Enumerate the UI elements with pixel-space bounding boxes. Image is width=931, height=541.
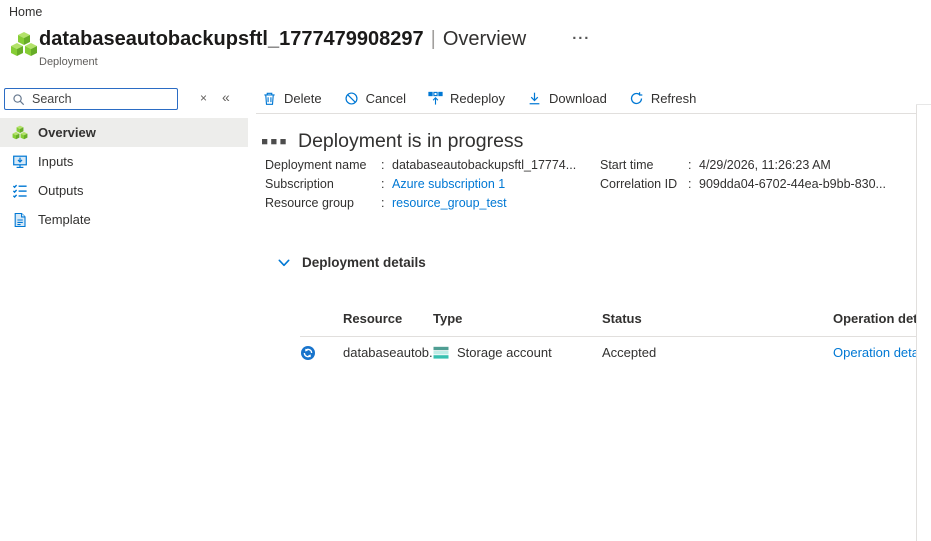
property-label: Deployment name xyxy=(265,156,381,175)
sidebar-item-label: Template xyxy=(38,212,91,227)
toolbar-label: Download xyxy=(549,91,607,106)
sidebar-item-label: Inputs xyxy=(38,154,73,169)
toolbar-label: Refresh xyxy=(651,91,697,106)
in-progress-dots-icon xyxy=(262,139,286,145)
sidebar-item-overview[interactable]: Overview xyxy=(0,118,248,147)
search-clear-icon[interactable]: × xyxy=(200,91,207,105)
cancel-button[interactable]: Cancel xyxy=(333,91,417,106)
deployment-cubes-icon xyxy=(10,31,38,59)
property-value: 4/29/2026, 11:26:23 AM xyxy=(692,156,831,175)
breadcrumb-home[interactable]: Home xyxy=(9,5,42,19)
sidebar-item-label: Overview xyxy=(38,125,96,140)
deployment-properties-right: Start time : 4/29/2026, 11:26:23 AM Corr… xyxy=(600,156,886,194)
operation-details-link[interactable]: Operation details xyxy=(833,345,916,360)
page-title: databaseautobackupsftl_1777479908297 | O… xyxy=(39,28,590,51)
storage-account-icon xyxy=(433,346,449,360)
property-label: Start time xyxy=(600,156,688,175)
inputs-monitor-icon xyxy=(12,154,28,170)
redeploy-icon xyxy=(428,91,443,106)
property-row-subscription: Subscription : Azure subscription 1 xyxy=(265,175,576,194)
pane-right-border xyxy=(916,104,917,541)
toolbar-divider xyxy=(256,113,916,114)
deployment-status-heading: Deployment is in progress xyxy=(262,128,523,155)
redeploy-button[interactable]: Redeploy xyxy=(417,91,516,106)
resource-title: databaseautobackupsftl_1777479908297 xyxy=(39,28,424,51)
refresh-icon xyxy=(629,91,644,106)
header-operation-details: Operation details xyxy=(833,311,916,326)
expander-label: Deployment details xyxy=(302,255,426,270)
resource-type-text: Storage account xyxy=(457,345,552,360)
header-resource: Resource xyxy=(343,311,433,326)
title-separator: | xyxy=(431,28,436,51)
property-value: databaseautobackupsftl_17774... xyxy=(385,156,576,175)
in-progress-icon xyxy=(300,345,343,361)
property-row-correlation-id: Correlation ID : 909dda04-6702-44ea-b9bb… xyxy=(600,175,886,194)
sidebar-item-inputs[interactable]: Inputs xyxy=(0,147,248,176)
status-heading-text: Deployment is in progress xyxy=(298,130,523,153)
more-menu-button[interactable]: ··· xyxy=(572,30,590,47)
search-input[interactable] xyxy=(32,92,177,106)
property-row-start-time: Start time : 4/29/2026, 11:26:23 AM xyxy=(600,156,886,175)
scroll-gutter-line xyxy=(916,104,931,105)
deployment-details-table: Resource Type Status Operation details d… xyxy=(300,300,916,368)
toolbar-label: Cancel xyxy=(366,91,406,106)
deployment-cubes-icon xyxy=(12,125,28,141)
template-document-icon xyxy=(12,212,28,228)
property-label: Resource group xyxy=(265,194,381,213)
resource-type-label: Deployment xyxy=(39,56,98,68)
subscription-link[interactable]: Azure subscription 1 xyxy=(385,175,505,194)
refresh-button[interactable]: Refresh xyxy=(618,91,708,106)
property-label: Subscription xyxy=(265,175,381,194)
search-icon xyxy=(12,93,25,106)
header-type: Type xyxy=(433,311,602,326)
toolbar-label: Delete xyxy=(284,91,322,106)
property-label: Correlation ID xyxy=(600,175,688,194)
property-value: 909dda04-6702-44ea-b9bb-830... xyxy=(692,175,886,194)
deployment-properties-left: Deployment name : databaseautobackupsftl… xyxy=(265,156,576,213)
resource-group-link[interactable]: resource_group_test xyxy=(385,194,507,213)
sidebar-search[interactable] xyxy=(4,88,178,110)
sidebar-nav: Overview Inputs Outputs xyxy=(0,118,248,234)
outputs-checklist-icon xyxy=(12,183,28,199)
chevron-down-icon xyxy=(277,256,291,270)
sidebar-collapse-icon[interactable]: « xyxy=(222,89,230,105)
table-header-row: Resource Type Status Operation details xyxy=(300,300,916,337)
deployment-details-expander[interactable]: Deployment details xyxy=(277,255,426,270)
property-row-deployment-name: Deployment name : databaseautobackupsftl… xyxy=(265,156,576,175)
cell-resource-type: Storage account xyxy=(433,345,602,360)
cancel-icon xyxy=(344,91,359,106)
property-row-resource-group: Resource group : resource_group_test xyxy=(265,194,576,213)
trash-icon xyxy=(262,91,277,106)
command-bar: Delete Cancel Redeploy Download xyxy=(251,85,707,111)
download-button[interactable]: Download xyxy=(516,91,618,106)
cell-resource-name: databaseautob... xyxy=(343,345,433,360)
toolbar-label: Redeploy xyxy=(450,91,505,106)
title-section: Overview xyxy=(443,28,526,51)
sidebar-item-outputs[interactable]: Outputs xyxy=(0,176,248,205)
header-status: Status xyxy=(602,311,833,326)
delete-button[interactable]: Delete xyxy=(251,91,333,106)
sidebar-item-template[interactable]: Template xyxy=(0,205,248,234)
cell-status: Accepted xyxy=(602,345,833,360)
download-icon xyxy=(527,91,542,106)
table-row: databaseautob... Storage account Accepte… xyxy=(300,337,916,368)
sidebar-item-label: Outputs xyxy=(38,183,84,198)
